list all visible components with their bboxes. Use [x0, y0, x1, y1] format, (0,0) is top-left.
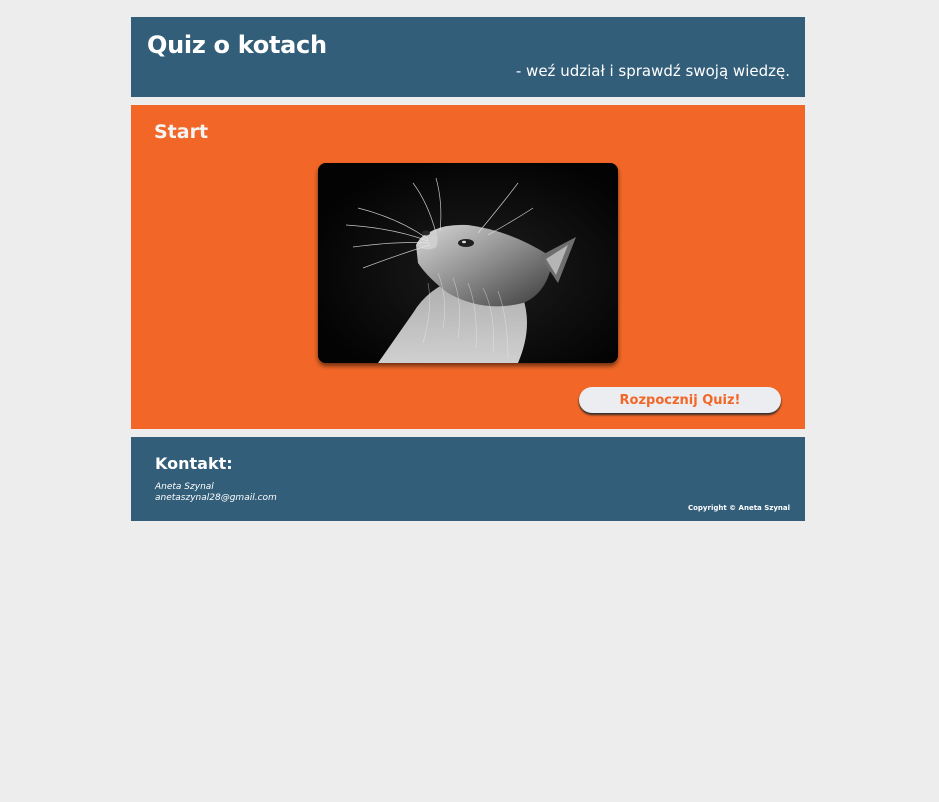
contact-title: Kontakt:: [155, 454, 233, 473]
page-title: Quiz o kotach: [147, 31, 327, 59]
page-subtitle: - weź udział i sprawdź swoją wiedzę.: [515, 62, 790, 80]
site-header: Quiz o kotach - weź udział i sprawdź swo…: [131, 17, 805, 97]
cat-photo: [318, 163, 618, 363]
site-footer: Kontakt: Aneta Szynal anetaszynal28@gmai…: [131, 437, 805, 521]
start-section: Start Rozpocznij Quiz!: [131, 105, 805, 429]
section-title: Start: [154, 121, 209, 143]
contact-email-link[interactable]: anetaszynal28@gmail.com: [155, 493, 277, 503]
contact-name: Aneta Szynal: [155, 482, 214, 492]
page-container: Quiz o kotach - weź udział i sprawdź swo…: [131, 17, 805, 521]
copyright-text: Copyright © Aneta Szynal: [687, 504, 790, 512]
start-quiz-button[interactable]: Rozpocznij Quiz!: [579, 387, 781, 413]
cat-photo-image: [318, 163, 618, 363]
